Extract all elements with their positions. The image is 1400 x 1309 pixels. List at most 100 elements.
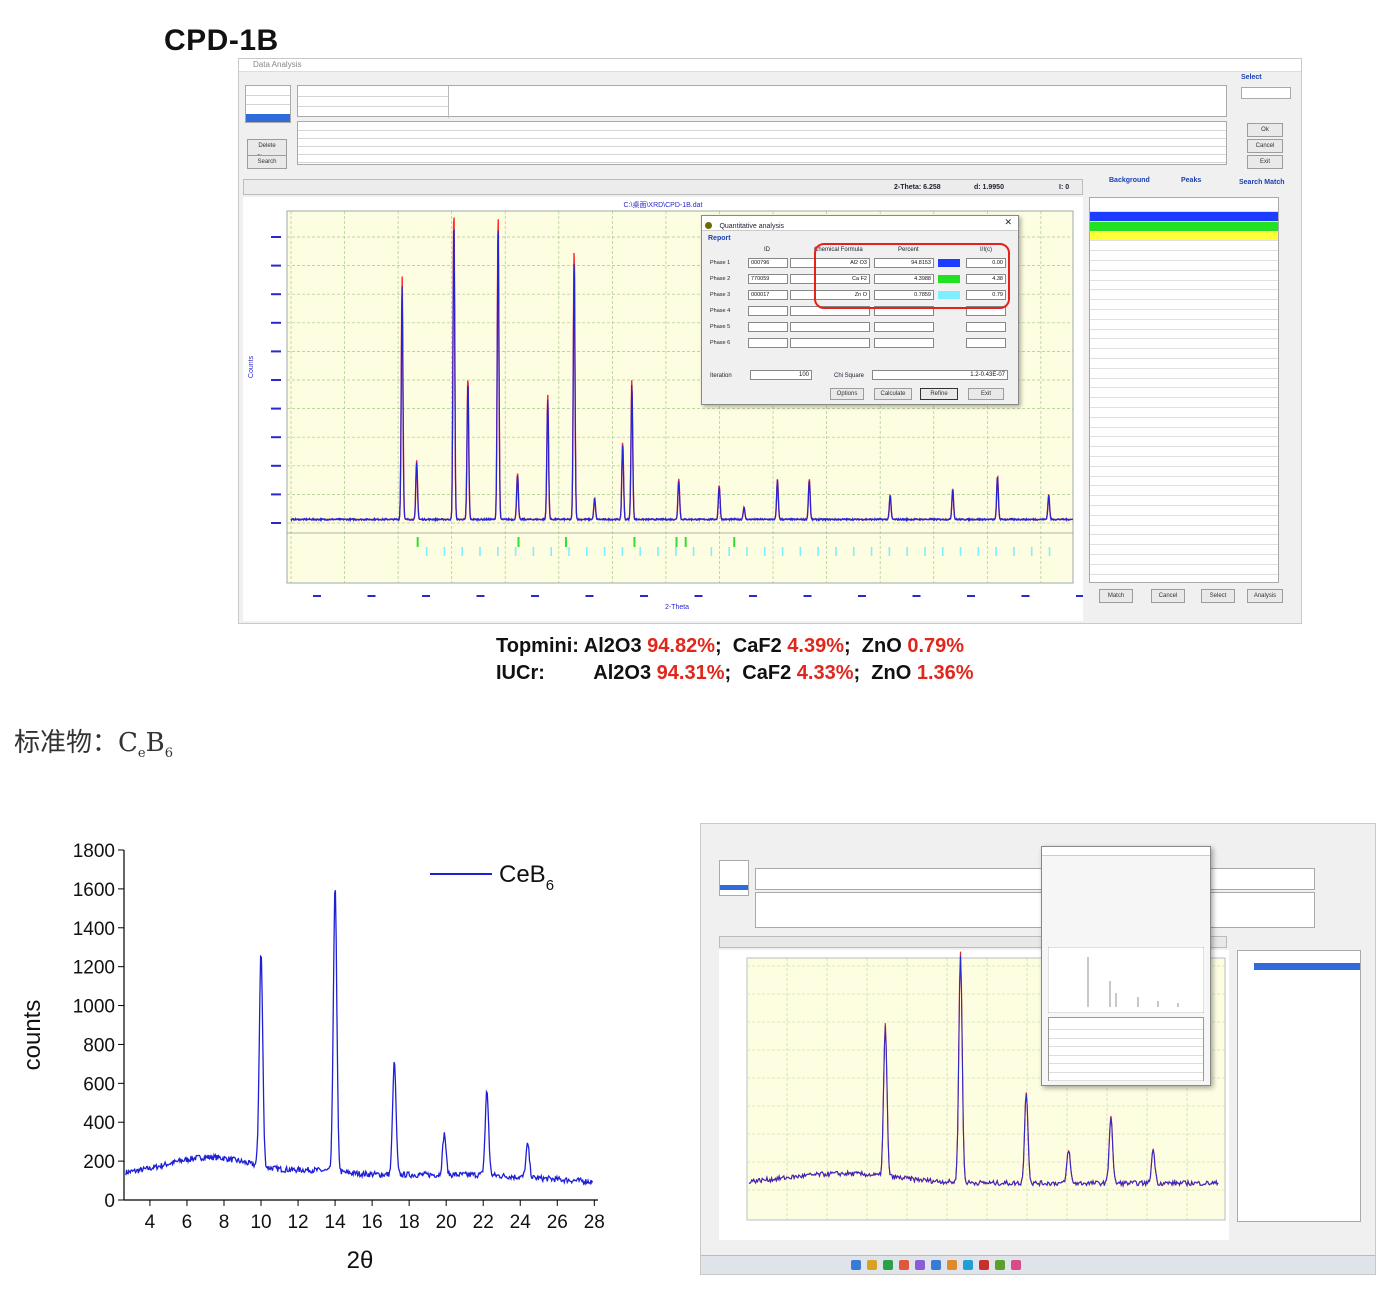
ceb6-ytick-label: 0 — [104, 1191, 115, 1212]
ceb6-xlabel: 2θ — [347, 1247, 374, 1274]
ceb6-xtick-label: 26 — [547, 1212, 568, 1233]
phase-label: Phase 5 — [710, 324, 731, 330]
topmini-zno-value: 0.79% — [907, 635, 965, 657]
tab-peaks[interactable]: Peaks — [1181, 177, 1201, 184]
phase-label: Phase 6 — [710, 340, 731, 346]
topmini-line: Topmini: Al2O3 94.82%; CaF2 4.39%; ZnO 0… — [496, 635, 965, 657]
phase-al2o3: Al2O3 — [583, 635, 642, 657]
col-id: ID — [764, 247, 770, 253]
topmini-al2o3-value: 94.82% — [647, 635, 715, 657]
phase-caf2: CaF2 — [732, 635, 782, 657]
chi-label: Chi Square — [834, 373, 865, 379]
phase-percent-field[interactable] — [874, 338, 934, 348]
iucr-label: IUCr: — [496, 662, 545, 684]
phase-id-field[interactable] — [748, 338, 788, 348]
top-ylabel: Counts — [248, 355, 255, 378]
phase-id-field[interactable] — [748, 306, 788, 316]
ceb6-ytick-label: 1000 — [73, 997, 115, 1018]
pdf-card-window — [1041, 846, 1211, 1086]
phase-caf2-2: CaF2 — [742, 662, 792, 684]
match-button[interactable]: Match — [1099, 589, 1133, 603]
phase-label: Phase 3 — [710, 292, 731, 298]
ceb6-xtick-label: 12 — [287, 1212, 308, 1233]
ceb6-ytick-label: 400 — [83, 1113, 115, 1134]
phase-id-field[interactable] — [748, 322, 788, 332]
readout-2theta: 2-Theta: 6.258 — [894, 184, 941, 191]
ceb6-ytick-label: 1800 — [73, 841, 115, 862]
ceb6-xtick-label: 6 — [182, 1212, 193, 1233]
phase-id-field[interactable]: 770059 — [748, 274, 788, 284]
phase-ratio-field[interactable] — [966, 338, 1006, 348]
options-button[interactable]: Options — [830, 388, 864, 400]
iteration-label: Iteration — [710, 373, 732, 379]
topmini-caf2-value: 4.39% — [787, 635, 844, 657]
analysis-button[interactable]: Analysis — [1247, 589, 1283, 603]
taskbar — [701, 1255, 1375, 1274]
dialog-title: Quantitative analysis — [719, 223, 785, 230]
phase-al2o3-2: Al2O3 — [593, 662, 652, 684]
ceb6-xtick-label: 24 — [510, 1212, 532, 1233]
pdf-card-list[interactable] — [1089, 197, 1279, 583]
exit-button[interactable]: Exit — [1247, 155, 1283, 169]
candidate-table[interactable] — [297, 121, 1227, 165]
bottom-table[interactable] — [755, 868, 1315, 890]
ceb6-ytick-label: 1400 — [73, 919, 115, 940]
select-input[interactable] — [1241, 87, 1291, 99]
phase-color-swatch — [938, 339, 960, 347]
ceb6-xtick-label: 4 — [145, 1212, 156, 1233]
phase-label: Phase 2 — [710, 276, 731, 282]
selected-phases-table[interactable] — [297, 85, 1227, 118]
bottom-screenshot — [700, 823, 1376, 1275]
standard-label: 标准物：CeB6 — [14, 728, 173, 762]
chi-input[interactable]: 1.2-0.43E-07 — [872, 370, 1008, 380]
phase-formula-field[interactable] — [790, 338, 870, 348]
ceb6-chart: 0 200 400 600 800 1000 1200 1400 1600 1800 4 6 8 10 1… — [19, 841, 605, 1274]
bottom-card-list[interactable] — [1237, 950, 1361, 1222]
tab-background[interactable]: Background — [1109, 177, 1150, 184]
app-icon — [705, 222, 712, 229]
window-title: Data Analysis — [239, 59, 1301, 72]
ok-button[interactable]: Ok — [1247, 123, 1283, 137]
ceb6-ytick-label: 600 — [83, 1074, 115, 1095]
phase-label: Phase 1 — [710, 260, 731, 266]
ceb6-xtick-label: 28 — [584, 1212, 605, 1233]
card-table[interactable] — [1048, 1017, 1204, 1081]
tab-search-match[interactable]: Search Match — [1239, 179, 1285, 186]
ceb6-ylabel: counts — [19, 1000, 46, 1071]
plot-toolbar: 2-Theta: 6.258 d: 1.9950 I: 0 — [243, 179, 1083, 195]
iteration-input[interactable]: 100 — [750, 370, 812, 380]
phase-id-field[interactable]: 000017 — [748, 290, 788, 300]
top-xlabel: 2-Theta — [665, 604, 689, 611]
ceb6-xtick-label: 16 — [362, 1212, 383, 1233]
ceb6-xtick-label: 8 — [219, 1212, 230, 1233]
bottom-phase-list[interactable] — [719, 860, 749, 896]
iucr-zno-value: 1.36% — [916, 662, 974, 684]
ceb6-xtick-label: 18 — [399, 1212, 420, 1233]
list-cancel-button[interactable]: Cancel — [1151, 589, 1185, 603]
select-button[interactable]: Select — [1201, 589, 1235, 603]
topmini-label: Topmini: — [496, 635, 579, 657]
close-icon[interactable]: ✕ — [1004, 218, 1012, 227]
readout-i: I: 0 — [1059, 184, 1070, 191]
phase-id-field[interactable]: 000796 — [748, 258, 788, 268]
cancel-button[interactable]: Cancel — [1247, 139, 1283, 153]
calculate-button[interactable]: Calculate — [874, 388, 912, 400]
phase-formula-field[interactable] — [790, 322, 870, 332]
phase-ratio-field[interactable] — [966, 322, 1006, 332]
report-section: Report — [708, 235, 731, 242]
ceb6-ytick-label: 1600 — [73, 880, 115, 901]
select-label: Select — [1241, 74, 1262, 81]
ceb6-xtick-label: 22 — [473, 1212, 494, 1233]
phase-zno: ZnO — [861, 635, 902, 657]
phase-zno-2: ZnO — [871, 662, 912, 684]
phase-list[interactable] — [245, 85, 291, 123]
refine-button[interactable]: Refine — [920, 388, 958, 400]
bottom-candidates[interactable] — [755, 892, 1315, 928]
highlight-box — [814, 243, 1010, 309]
phase-label: Phase 4 — [710, 308, 731, 314]
phase-color-swatch — [938, 323, 960, 331]
dialog-exit-button[interactable]: Exit — [968, 388, 1004, 400]
ceb6-ytick-label: 1200 — [73, 958, 115, 979]
search-button[interactable]: Search — [247, 155, 287, 169]
phase-percent-field[interactable] — [874, 322, 934, 332]
